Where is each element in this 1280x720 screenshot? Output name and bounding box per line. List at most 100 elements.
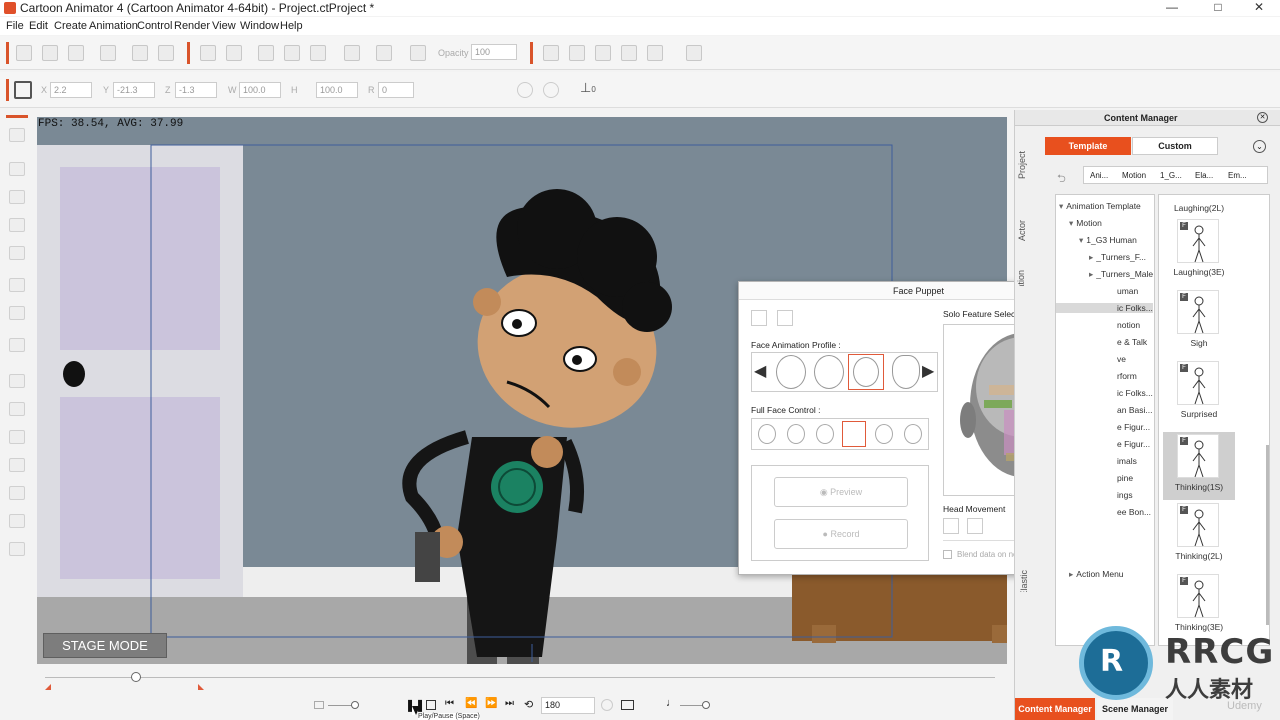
face-profile-icon[interactable] [814,355,844,389]
tree-item[interactable]: notion [1114,320,1140,330]
w-field[interactable]: 100.0 [239,82,281,98]
face-profile-icon[interactable] [776,355,806,389]
menu-render[interactable]: Render [174,20,210,32]
pan-camera-icon[interactable] [569,45,585,61]
grid-tool-icon[interactable] [9,514,25,528]
h-field[interactable]: 100.0 [316,82,358,98]
open-folder-icon[interactable] [751,310,767,326]
move-camera-icon[interactable] [595,45,611,61]
save-icon[interactable] [777,310,793,326]
close-button[interactable]: ✕ [1244,0,1274,16]
grid-icon[interactable] [14,81,32,99]
face-control-icon[interactable] [758,424,776,444]
expand-arrow-icon[interactable]: ▸ [1089,269,1093,279]
tree-item[interactable]: e & Talk [1114,337,1147,347]
hand-tool-icon[interactable] [284,45,300,61]
tab-custom[interactable]: Custom [1132,137,1218,155]
menu-window[interactable]: Window [240,20,279,32]
template-thumbnail[interactable]: F Laughing(3E) [1163,219,1235,277]
close-icon[interactable]: ✕ [1257,112,1268,123]
breadcrumb-item[interactable]: 1_G... [1160,171,1182,180]
brush-icon[interactable] [376,45,392,61]
minimize-button[interactable]: — [1157,0,1187,16]
layout-icon[interactable] [686,45,702,61]
breadcrumb-item[interactable]: Em... [1228,171,1247,180]
gallery-scrollbar[interactable] [1266,445,1269,625]
head-move-icon[interactable] [943,518,959,534]
options-chevron-icon[interactable]: ⌄ [1253,140,1266,153]
template-thumbnail[interactable]: Laughing(2L) [1163,199,1235,213]
path-icon[interactable] [9,486,25,500]
y-field[interactable]: -21.3 [113,82,155,98]
redo-icon[interactable] [226,45,242,61]
undo-icon[interactable] [200,45,216,61]
z-field[interactable]: -1.3 [175,82,217,98]
tree-item[interactable]: an Basi... [1114,405,1152,415]
face-control-selected[interactable] [842,421,866,447]
puppet-icon[interactable] [9,162,25,176]
tree-item[interactable]: ▸ _Turners_F... [1089,252,1146,263]
stop-icon[interactable] [426,700,436,710]
flip-icon[interactable]: ⊥0 [580,80,596,96]
volume-slider-handle[interactable] [702,701,710,709]
camera-icon[interactable] [543,45,559,61]
tree-item[interactable]: imals [1114,456,1137,466]
expand-arrow-icon[interactable]: ▾ [1059,201,1063,211]
menu-help[interactable]: Help [280,20,303,32]
new-file-icon[interactable] [16,45,32,61]
menu-file[interactable]: File [6,20,24,32]
filmstrip-icon[interactable] [621,700,634,710]
breadcrumb-item[interactable]: Ani... [1090,171,1108,180]
x-field[interactable]: 2.2 [50,82,92,98]
bone-icon[interactable] [9,402,25,416]
menu-animation[interactable]: Animation [89,20,138,32]
walk-icon[interactable] [9,458,25,472]
template-thumbnail[interactable]: F Thinking(2L) [1163,503,1235,561]
tree-item[interactable]: e Figur... [1114,422,1150,432]
export-video-icon[interactable] [158,45,174,61]
import-icon[interactable] [100,45,116,61]
expand-arrow-icon[interactable]: ▾ [1079,235,1083,245]
tree-item[interactable]: ▾ 1_G3 Human [1079,235,1137,246]
export-icon[interactable] [132,45,148,61]
tree-item[interactable]: ▾ Motion [1069,218,1102,229]
side-tab-animation[interactable]: Animation [1016,270,1036,286]
face-control-icon[interactable] [904,424,922,444]
menu-edit[interactable]: Edit [29,20,48,32]
range-start-marker[interactable] [45,684,51,690]
last-frame-icon[interactable]: ⏭ [505,698,514,709]
tree-item[interactable]: uman [1114,286,1138,296]
menu-create[interactable]: Create [54,20,87,32]
align-icon[interactable] [344,45,360,61]
tree-item[interactable]: ee Bon... [1114,507,1151,517]
save-icon[interactable] [68,45,84,61]
fps-icon[interactable] [601,699,613,711]
side-tab-project[interactable]: Project [1017,140,1037,190]
r-field[interactable]: 0 [378,82,414,98]
expand-arrow-icon[interactable]: ▸ [1089,252,1093,262]
tree-item[interactable]: ve [1114,354,1126,364]
tree-item[interactable]: ic Folks... [1056,303,1153,313]
pivot-icon[interactable] [543,82,559,98]
tree-item[interactable]: pine [1114,473,1133,483]
side-tab-actor[interactable]: Actor [1017,210,1037,250]
loop-icon[interactable]: ⟲ [524,698,533,711]
frame-field[interactable]: 180 [541,697,595,714]
spring-icon[interactable] [9,430,25,444]
prev-arrow-icon[interactable]: ◀ [754,361,766,381]
template-thumbnail[interactable]: F Sigh [1163,290,1235,348]
tree-item[interactable]: rform [1114,371,1137,381]
template-thumbnail[interactable]: F Surprised [1163,361,1235,419]
open-folder-icon[interactable] [42,45,58,61]
template-thumbnail[interactable]: F Thinking(1S) [1163,432,1235,500]
face-control-icon[interactable] [816,424,834,444]
face-control-icon[interactable] [787,424,805,444]
opacity-field[interactable]: 100 [471,44,517,60]
tree-item[interactable]: ▾ Animation Template [1059,201,1141,212]
layer-icon[interactable] [9,278,25,292]
cat-face-icon[interactable] [892,355,920,389]
settings-icon[interactable] [9,542,25,556]
range-end-marker[interactable] [198,684,204,690]
sprite-icon[interactable] [9,190,25,204]
first-frame-icon[interactable]: ⏮ [445,698,454,709]
